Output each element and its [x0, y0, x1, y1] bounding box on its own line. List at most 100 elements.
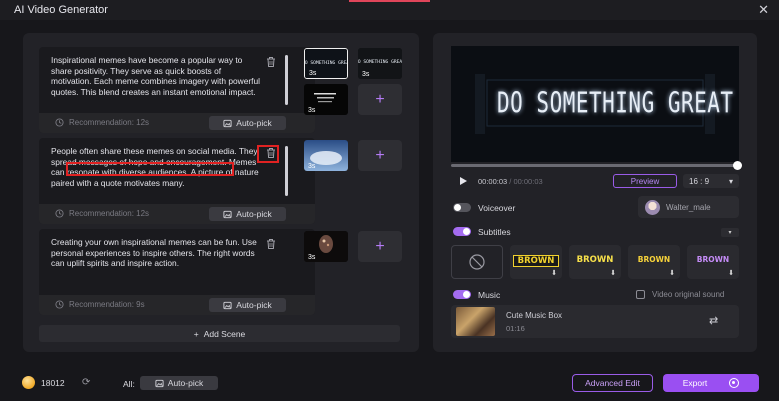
subtitle-style-3[interactable]: BROWN ⬇: [628, 245, 680, 279]
auto-pick-button[interactable]: Auto-pick: [209, 207, 286, 221]
voice-selector[interactable]: Walter_male: [638, 196, 739, 218]
music-label: Music: [478, 290, 501, 300]
seek-bar[interactable]: [451, 161, 742, 170]
trash-icon[interactable]: [264, 237, 278, 251]
scenes-panel: Inspirational memes have become a popula…: [23, 33, 419, 352]
style-sample: BROWN: [576, 255, 614, 265]
add-media-button[interactable]: +: [358, 84, 402, 115]
window-title: AI Video Generator: [14, 4, 108, 16]
scene-card-3: Creating your own inspirational memes ca…: [39, 229, 315, 315]
recommendation: Recommendation: 12s: [55, 209, 149, 218]
recommendation-text: Recommendation: 12s: [69, 209, 150, 218]
subtitles-label: Subtitles: [478, 227, 511, 237]
export-button[interactable]: Export: [663, 374, 759, 392]
auto-pick-label: Auto-pick: [236, 209, 272, 219]
plus-icon: +: [193, 328, 199, 339]
bottom-bar: 18012 ⟳ All: Auto-pick Advanced Edit Exp…: [0, 365, 779, 401]
scene-footer: Recommendation: 12s Auto-pick: [39, 113, 315, 133]
settings-panel: DO SOMETHING GREAT 00:00:03 / 00:00:03 P…: [433, 33, 757, 352]
highlight-box-text: [66, 162, 234, 176]
current-time: 00:00:03: [478, 177, 508, 186]
add-scene-button[interactable]: + Add Scene: [39, 325, 400, 342]
add-scene-label: Add Scene: [203, 328, 246, 339]
aspect-ratio-select[interactable]: 16 : 9 ▾: [683, 174, 739, 188]
chevron-down-icon[interactable]: ▾: [721, 228, 739, 237]
thumb-duration: 3s: [308, 163, 316, 170]
preview-overlay-text: DO SOMETHING GREAT: [497, 86, 734, 120]
timecode: 00:00:03 / 00:00:03: [478, 177, 543, 186]
svg-text:DO SOMETHING GREAT: DO SOMETHING GREAT: [358, 59, 402, 65]
all-auto-pick-label: Auto-pick: [167, 378, 204, 388]
recommendation-text: Recommendation: 9s: [69, 300, 145, 309]
scene-text[interactable]: Inspirational memes have become a popula…: [51, 55, 261, 103]
seek-knob[interactable]: [733, 161, 742, 170]
scene-footer: Recommendation: 12s Auto-pick: [39, 204, 315, 224]
voice-name: Walter_male: [666, 202, 711, 212]
subtitles-toggle[interactable]: [453, 227, 471, 236]
swap-icon[interactable]: ⇄: [709, 314, 718, 327]
aspect-ratio-value: 16 : 9: [689, 176, 710, 186]
credits-value: 18012: [41, 377, 65, 388]
original-sound-checkbox[interactable]: [636, 290, 645, 299]
auto-pick-button[interactable]: Auto-pick: [209, 116, 286, 130]
scene-card-1: Inspirational memes have become a popula…: [39, 47, 315, 133]
scene-1-thumb-3[interactable]: 3s: [304, 84, 348, 115]
no-style-icon: [469, 254, 485, 270]
download-icon: ⬇: [551, 270, 557, 277]
subtitle-style-none[interactable]: [451, 245, 503, 279]
total-time: / 00:00:03: [509, 177, 543, 186]
add-media-button[interactable]: +: [358, 231, 402, 262]
advanced-edit-button[interactable]: Advanced Edit: [572, 374, 653, 392]
style-sample: BROWN: [696, 255, 730, 264]
trash-icon[interactable]: [264, 55, 278, 69]
music-track-card[interactable]: Cute Music Box 01:16 ⇄: [451, 305, 739, 338]
thumb-duration: 3s: [362, 71, 370, 78]
download-icon: ⬇: [728, 270, 734, 277]
auto-pick-label: Auto-pick: [236, 118, 272, 128]
all-auto-pick-button[interactable]: Auto-pick: [140, 376, 218, 390]
style-sample: BROWN: [637, 255, 671, 264]
scene-2-thumb-1[interactable]: 3s: [304, 140, 348, 171]
track-name: Cute Music Box: [506, 311, 563, 320]
scene-1-thumb-2[interactable]: DO SOMETHING GREAT 3s: [358, 48, 402, 79]
thumb-duration: 3s: [308, 254, 316, 261]
play-icon[interactable]: [458, 176, 468, 186]
auto-pick-label: Auto-pick: [236, 300, 272, 310]
scene-scrollbar[interactable]: [285, 55, 288, 105]
voiceover-label: Voiceover: [478, 203, 516, 213]
music-toggle[interactable]: [453, 290, 471, 299]
subtitle-style-2[interactable]: BROWN ⬇: [569, 245, 621, 279]
scene-3-thumb-1[interactable]: 3s: [304, 231, 348, 262]
voiceover-toggle[interactable]: [453, 203, 471, 212]
scene-1-thumb-1[interactable]: DO SOMETHING GREAT 3s: [304, 48, 348, 79]
highlight-box-trash: [257, 145, 279, 163]
download-icon: ⬇: [669, 270, 675, 277]
preview-button[interactable]: Preview: [613, 174, 677, 188]
image-icon: [223, 119, 232, 127]
chevron-down-icon: ▾: [728, 176, 733, 186]
download-icon: ⬇: [610, 270, 616, 277]
add-media-button[interactable]: +: [358, 140, 402, 171]
subtitle-style-4[interactable]: BROWN ⬇: [687, 245, 739, 279]
image-icon: [223, 210, 232, 218]
subtitle-style-1[interactable]: BROWN ⬇: [510, 245, 562, 279]
title-bar: AI Video Generator ✕: [0, 0, 779, 20]
image-icon: [155, 379, 164, 387]
scene-scrollbar[interactable]: [285, 146, 288, 196]
clock-icon: [55, 118, 64, 127]
refresh-icon[interactable]: ⟳: [82, 377, 90, 388]
video-preview[interactable]: DO SOMETHING GREAT: [451, 46, 739, 162]
recommendation-text: Recommendation: 12s: [69, 118, 150, 127]
clock-icon: [55, 209, 64, 218]
recommendation: Recommendation: 12s: [55, 118, 149, 127]
thumb-duration: 3s: [308, 107, 316, 114]
track-duration: 01:16: [506, 324, 525, 333]
scene-text[interactable]: Creating your own inspirational memes ca…: [51, 237, 261, 285]
style-sample: BROWN: [513, 255, 559, 267]
close-icon[interactable]: ✕: [758, 2, 769, 18]
clock-icon: [55, 300, 64, 309]
title-accent-bar: [349, 0, 430, 2]
all-label: All:: [123, 379, 135, 389]
eye-icon: [729, 378, 740, 388]
auto-pick-button[interactable]: Auto-pick: [209, 298, 286, 312]
